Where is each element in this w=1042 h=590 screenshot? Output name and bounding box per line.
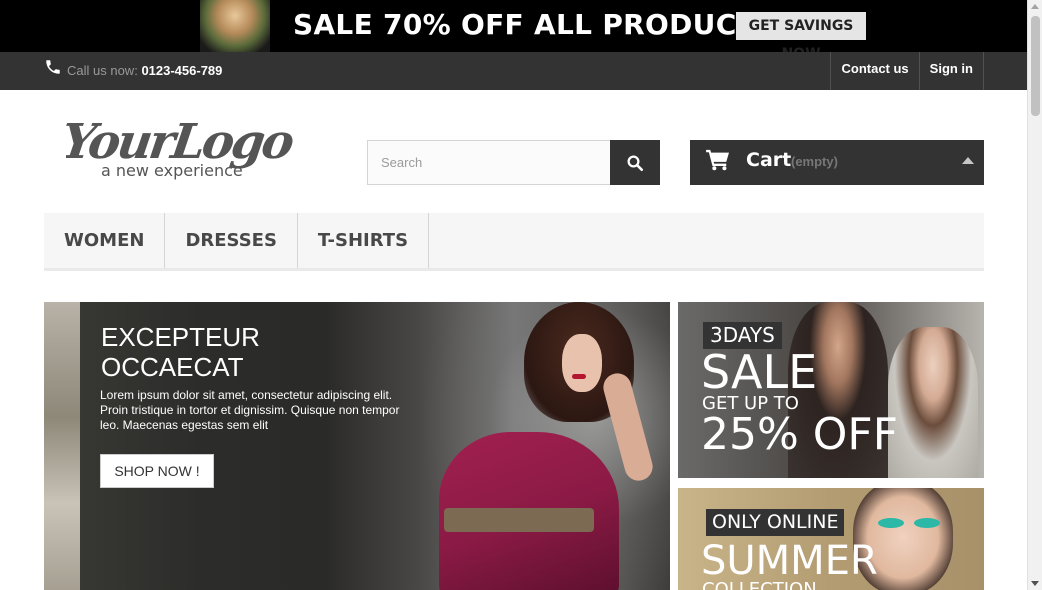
menu-item-dresses[interactable]: DRESSES — [165, 213, 298, 268]
search-input[interactable] — [367, 140, 610, 185]
model-image-lips — [572, 374, 586, 379]
promo-headline: SALE 70% OFF ALL PRODUCTS — [293, 8, 777, 41]
menu-item-tshirts[interactable]: T-SHIRTS — [298, 213, 430, 268]
discount-text: 25% OFF — [701, 409, 899, 460]
slide-title: EXCEPTEUR OCCAECAT — [101, 322, 260, 382]
caret-up-icon — [962, 157, 974, 164]
get-savings-button[interactable]: GET SAVINGS NOW — [736, 12, 866, 52]
logo-tagline: a new experience — [101, 161, 243, 180]
promo-banner[interactable]: SALE 70% OFF ALL PRODUCTS GET SAVINGS NO… — [0, 0, 1027, 52]
nav-links: Contact us Sign in — [830, 52, 984, 90]
page-scrollbar[interactable] — [1027, 0, 1042, 590]
slide-title-line2: OCCAECAT — [101, 352, 244, 382]
search-button[interactable] — [610, 140, 660, 185]
cart-label: Cart — [746, 149, 792, 171]
banner-model-eye — [878, 518, 904, 528]
slider-prev-image-edge — [44, 302, 80, 590]
model-image-belt — [444, 508, 594, 532]
homepage-slider[interactable]: EXCEPTEUR OCCAECAT Lorem ipsum dolor sit… — [44, 302, 670, 590]
cart-button[interactable]: Cart (empty) — [690, 140, 984, 185]
cart-icon — [706, 149, 729, 171]
search-form — [367, 140, 660, 185]
sale-headline: SALE — [701, 345, 818, 399]
banner-woman-image — [888, 327, 978, 478]
slide-description: Lorem ipsum dolor sit amet, consectetur … — [100, 388, 400, 432]
only-online-tag: ONLY ONLINE — [706, 509, 845, 536]
menu-item-women[interactable]: WOMEN — [44, 213, 166, 268]
banner-model-eye — [914, 518, 940, 528]
model-image-face — [562, 334, 602, 392]
summer-headline: SUMMER — [701, 538, 878, 584]
promo-model-image — [200, 0, 270, 52]
search-icon — [627, 155, 644, 171]
main-menu: WOMEN DRESSES T-SHIRTS — [44, 213, 984, 271]
shop-now-button[interactable]: SHOP NOW ! — [100, 454, 214, 488]
call-label: Call us now: — [67, 63, 138, 78]
scroll-down-arrow-icon[interactable] — [1031, 581, 1039, 586]
cart-status: (empty) — [791, 154, 838, 169]
scroll-up-arrow-icon[interactable] — [1031, 4, 1039, 9]
scrollbar-thumb[interactable] — [1031, 16, 1040, 116]
sign-in-link[interactable]: Sign in — [918, 52, 984, 90]
phone-number: 0123-456-789 — [141, 63, 223, 78]
summer-banner[interactable]: ONLY ONLINE SUMMER COLLECTION — [678, 488, 984, 590]
slide-title-line1: EXCEPTEUR — [101, 322, 260, 352]
site-logo[interactable]: YourLogo a new experience — [66, 110, 306, 182]
collection-text: COLLECTION — [702, 579, 817, 590]
phone-icon — [46, 60, 60, 74]
sale-banner[interactable]: 3DAYS SALE GET UP TO 25% OFF — [678, 302, 984, 478]
top-nav-bar: Call us now: 0123-456-789 Contact us Sig… — [0, 52, 1027, 90]
call-us-text: Call us now: 0123-456-789 — [67, 63, 222, 78]
contact-us-link[interactable]: Contact us — [830, 52, 918, 90]
